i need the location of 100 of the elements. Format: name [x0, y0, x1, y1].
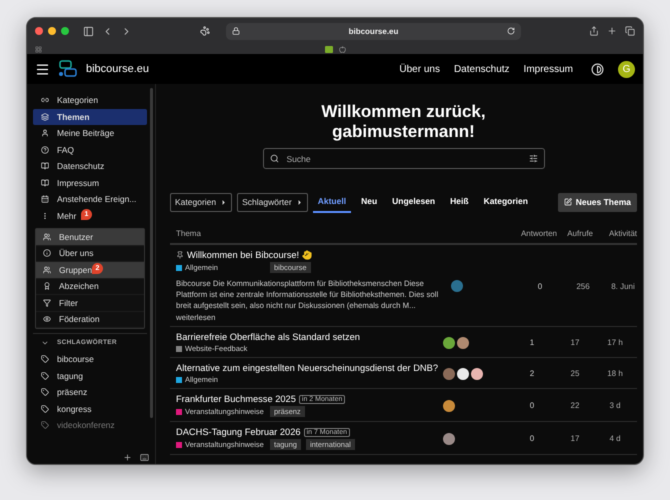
- avatar[interactable]: [471, 368, 483, 380]
- filter-dropdown[interactable]: Kategorien: [170, 192, 232, 212]
- avatar[interactable]: [457, 368, 469, 380]
- replies-count: 0: [536, 282, 544, 290]
- item-icon: [41, 129, 49, 138]
- tag-icon: [41, 404, 49, 413]
- sidebar-item[interactable]: Anstehende Ereign...: [33, 191, 147, 208]
- reload-icon[interactable]: [506, 27, 515, 35]
- filter-dropdown[interactable]: Schlagwörter: [237, 192, 308, 212]
- item-icon: [43, 249, 51, 258]
- topic-title[interactable]: Alternative zum eingestellten Neuerscheinungsdienst der DNB?: [176, 363, 438, 373]
- tag-item[interactable]: bibcourse: [33, 351, 147, 368]
- sidebar-item[interactable]: Impressum: [33, 174, 147, 191]
- activity-time[interactable]: 17 h: [593, 338, 637, 347]
- maximize-icon[interactable]: [61, 27, 69, 35]
- item-icon: [43, 315, 51, 324]
- tag-item[interactable]: kongress: [33, 400, 147, 417]
- caret-icon: [296, 198, 303, 206]
- new-topic-button[interactable]: Neues Thema: [558, 192, 637, 212]
- sidebar-item[interactable]: Kategorien: [33, 92, 147, 108]
- views-count: 22: [570, 401, 580, 410]
- item-icon: [43, 282, 51, 290]
- views-count: 25: [570, 369, 580, 378]
- nav-link[interactable]: Über uns: [399, 64, 440, 74]
- activity-time[interactable]: 4 d: [593, 434, 637, 443]
- theme-toggle-icon[interactable]: [591, 62, 604, 76]
- item-icon: [43, 298, 51, 307]
- tag-icon: [41, 372, 49, 380]
- replies-count: 2: [528, 369, 536, 378]
- nav-tab[interactable]: Heiß: [445, 191, 474, 213]
- replies-count: 0: [528, 434, 536, 443]
- edit-icon: [564, 198, 572, 206]
- tag-item[interactable]: tagung: [33, 368, 147, 384]
- address-bar[interactable]: bibcourse.eu: [226, 22, 521, 40]
- activity-time[interactable]: 3 d: [593, 401, 637, 410]
- paw-icon[interactable]: [200, 26, 210, 36]
- nav-link[interactable]: Datenschutz: [454, 64, 510, 74]
- topic-title[interactable]: Willkommen bei Bibcourse!: [187, 250, 300, 260]
- item-icon: [41, 146, 49, 154]
- menu-item[interactable]: Abzeichen: [36, 278, 144, 295]
- nav-tab[interactable]: Ungelesen: [387, 191, 440, 213]
- caret-icon: [220, 198, 228, 206]
- apple-icon[interactable]: [338, 46, 346, 52]
- item-icon: [41, 178, 49, 187]
- menu-item[interactable]: Filter: [36, 295, 144, 312]
- keyboard-icon[interactable]: [140, 453, 149, 462]
- column-header[interactable]: Aktivität: [593, 228, 637, 238]
- sidebar-toggle-icon[interactable]: [83, 26, 94, 36]
- tag-item[interactable]: videokonferenz: [33, 417, 147, 434]
- column-header[interactable]: Thema: [170, 228, 443, 238]
- favicon-icon[interactable]: [324, 46, 332, 52]
- nav-link[interactable]: Impressum: [524, 64, 573, 74]
- avatar[interactable]: [457, 336, 469, 348]
- sidebar-item[interactable]: FAQ: [33, 142, 147, 158]
- add-icon[interactable]: [123, 453, 132, 462]
- tag-item[interactable]: präsenz: [33, 384, 147, 400]
- avatar[interactable]: [443, 400, 455, 412]
- item-icon: [41, 112, 49, 121]
- column-header[interactable]: Antworten: [507, 228, 557, 238]
- avatar[interactable]: [443, 336, 455, 348]
- speech-bubbles-logo-icon[interactable]: [58, 59, 78, 79]
- search-field[interactable]: Suche: [284, 152, 522, 164]
- topic-title[interactable]: Frankfurter Buchmesse 2025: [176, 394, 296, 404]
- sidebar-item[interactable]: Datenschutz: [33, 158, 147, 174]
- search-icon: [270, 154, 278, 163]
- new-tab-icon[interactable]: [607, 26, 617, 36]
- replies-count: 1: [528, 338, 536, 347]
- nav-tab[interactable]: Neu: [356, 191, 382, 213]
- close-icon[interactable]: [35, 27, 43, 35]
- tabs-icon[interactable]: [625, 26, 635, 36]
- sidebar-item[interactable]: Meine Beiträge: [33, 125, 147, 142]
- views-count: 17: [570, 338, 580, 347]
- avatar[interactable]: [443, 432, 455, 444]
- minimize-icon[interactable]: [48, 27, 56, 35]
- replies-count: 0: [528, 401, 536, 410]
- filter-icon[interactable]: [528, 154, 538, 163]
- search-bar[interactable]: Suche: [262, 148, 544, 169]
- menu-item[interactable]: Föderation: [36, 312, 144, 328]
- views-count: 17: [570, 434, 580, 443]
- share-icon[interactable]: [589, 26, 599, 36]
- nav-tab[interactable]: Kategorien: [478, 191, 533, 213]
- activity-time[interactable]: 18 h: [593, 369, 637, 378]
- topic-title[interactable]: Barrierefreie Oberfläche als Standard setzen: [176, 332, 360, 342]
- menu-icon[interactable]: [35, 62, 50, 76]
- pin-icon: [176, 251, 184, 259]
- page-icon: [232, 27, 240, 35]
- sidebar-item[interactable]: Themen: [33, 108, 147, 125]
- menu-item[interactable]: Benutzer: [36, 229, 144, 246]
- tag-icon: [41, 355, 49, 364]
- views-count: 256: [575, 282, 591, 290]
- topic-title[interactable]: DACHS-Tagung Februar 2026: [176, 427, 301, 437]
- site-name[interactable]: bibcourse.eu: [86, 63, 149, 75]
- tag-icon: [41, 388, 49, 396]
- item-icon: [43, 266, 51, 274]
- column-header[interactable]: Aufrufe: [557, 228, 593, 238]
- activity-time[interactable]: 8. Juni: [601, 282, 643, 290]
- nav-tab[interactable]: Aktuell: [312, 191, 352, 213]
- url-text: bibcourse.eu: [348, 26, 398, 36]
- item-icon: [43, 232, 51, 241]
- grid-icon[interactable]: [35, 46, 42, 52]
